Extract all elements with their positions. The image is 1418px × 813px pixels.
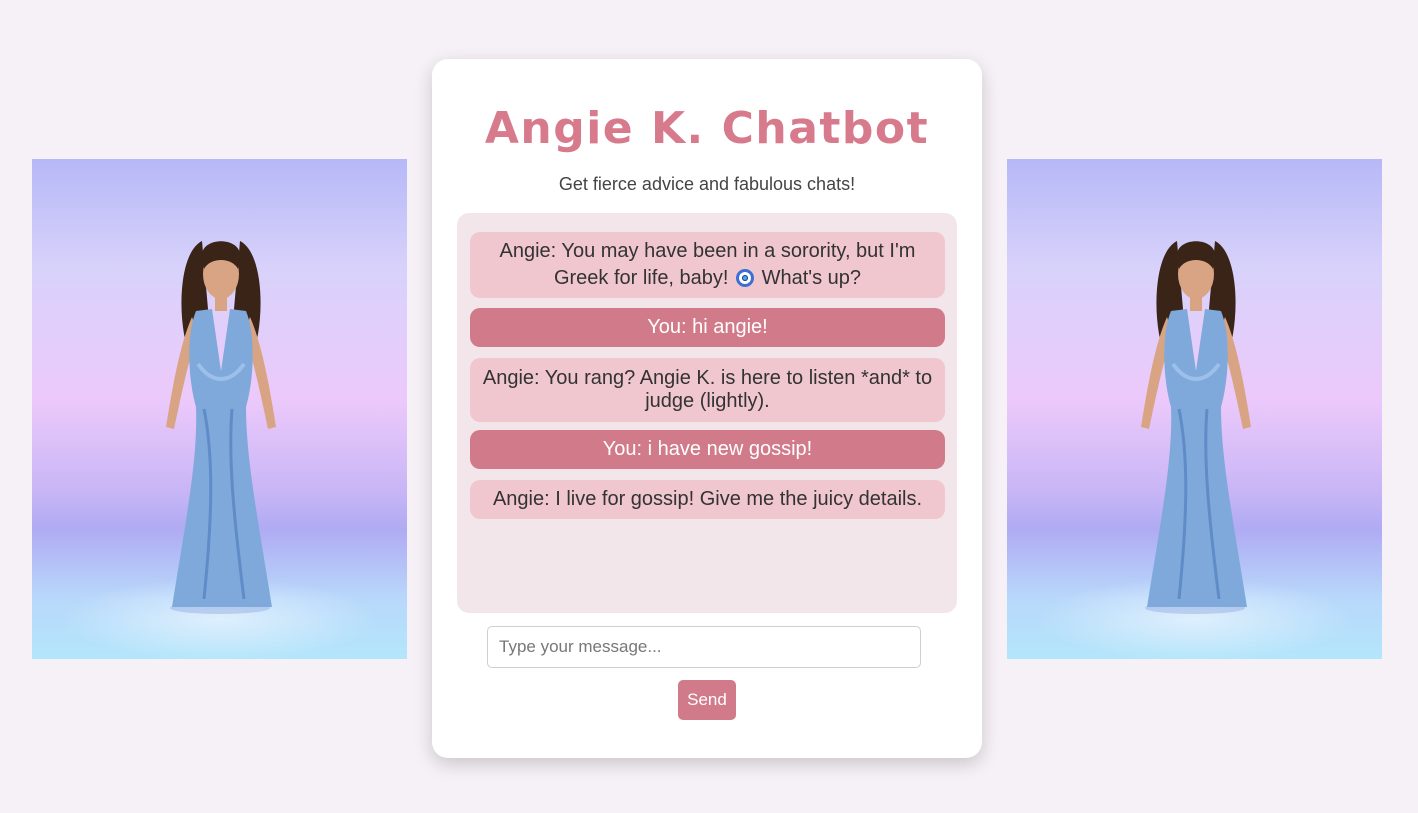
user-message-text: You: i have new gossip! [602,438,813,460]
page-title: Angie K. Chatbot [484,103,930,154]
bot-message: Angie: I live for gossip! Give me the ju… [470,480,945,519]
send-button[interactable]: Send [678,680,736,720]
bot-message: Angie: You may have been in a sorority, … [470,232,945,298]
right-portrait-image [1007,159,1382,659]
chat-history[interactable]: Angie: You may have been in a sorority, … [457,213,957,613]
woman-in-blue-gown-figure [166,241,276,614]
user-message-text: You: hi angie! [647,316,768,338]
nazar-evil-eye-icon [736,269,755,287]
bot-message-text: Angie: You rang? Angie K. is here to lis… [482,367,933,412]
chat-card: Angie K. Chatbot Get fierce advice and f… [432,59,982,758]
page-subtitle: Get fierce advice and fabulous chats! [558,174,856,194]
user-message: You: i have new gossip! [470,430,945,469]
message-input[interactable] [487,626,921,668]
bot-message-text: What's up? [761,267,862,289]
left-portrait-image [32,159,407,659]
woman-in-blue-gown-figure [1141,241,1251,614]
user-message: You: hi angie! [470,308,945,347]
bot-message-text: Angie: I live for gossip! Give me the ju… [492,488,923,510]
bot-message: Angie: You rang? Angie K. is here to lis… [470,358,945,422]
